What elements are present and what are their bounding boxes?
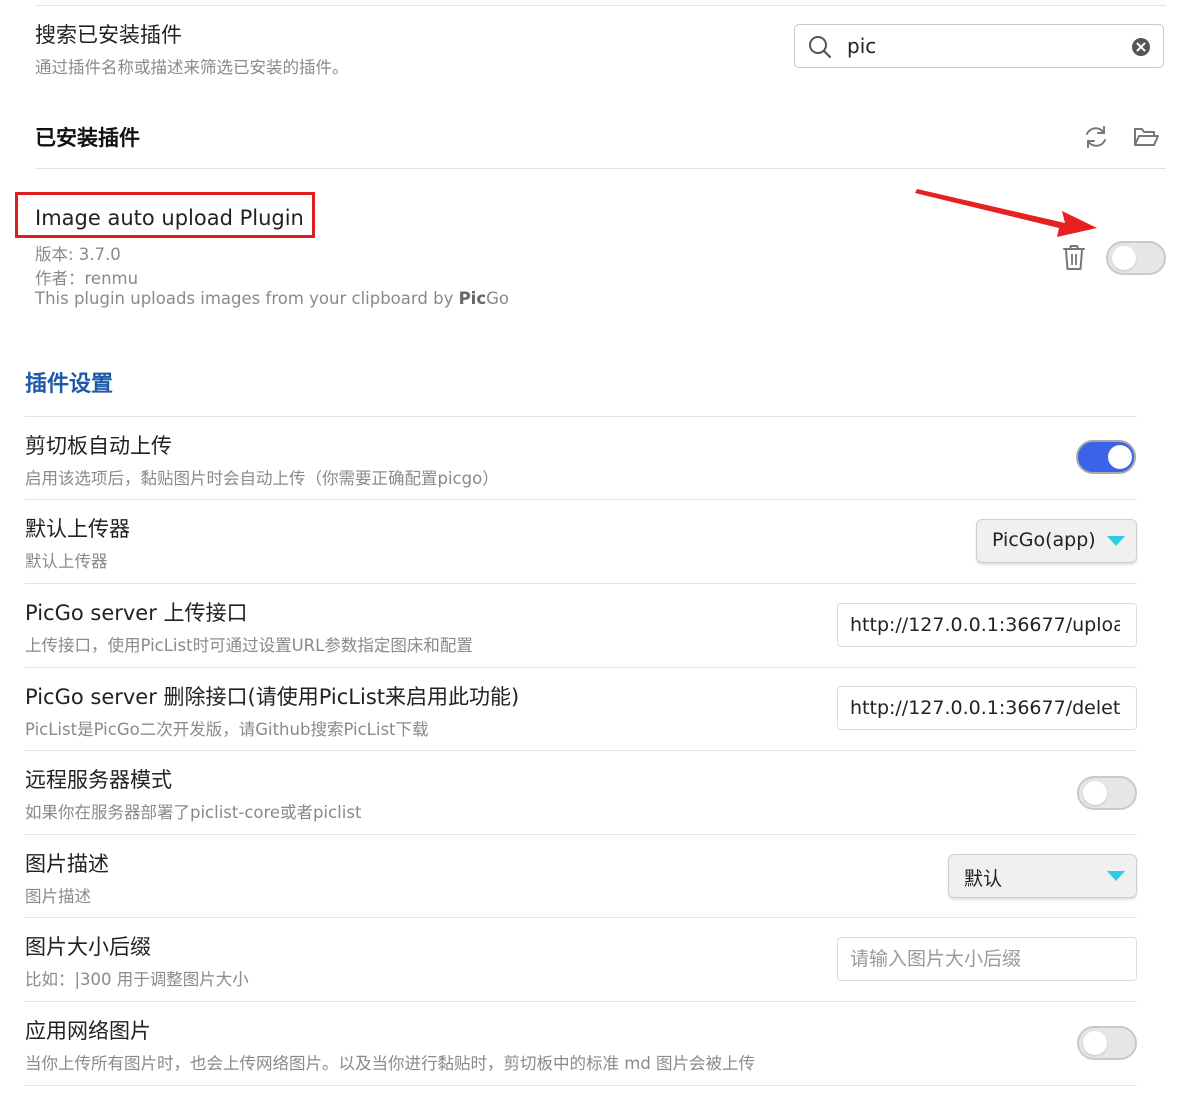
default-uploader-value: PicGo(app) [992,529,1096,551]
installed-divider [35,168,1166,169]
settings-divider-top [25,416,1137,417]
setting-delete-endpoint-desc: PicList是PicGo二次开发版，请Github搜索PicList下载 [25,720,429,739]
top-divider [35,5,1166,6]
setting-network-images-title: 应用网络图片 [25,1019,151,1043]
setting-clipboard-desc: 启用该选项后，黏贴图片时会自动上传（你需要正确配置picgo） [25,469,499,488]
upload-endpoint-field [837,603,1137,647]
search-title: 搜索已安装插件 [35,23,182,47]
settings-divider [25,583,1137,584]
settings-divider [25,834,1137,835]
toggle-knob [1083,781,1107,805]
refresh-icon[interactable] [1082,123,1110,151]
plugin-enable-toggle[interactable] [1106,241,1166,275]
setting-size-suffix-title: 图片大小后缀 [25,935,151,959]
setting-uploader-desc: 默认上传器 [25,552,108,571]
plugin-description: This plugin uploads images from your cli… [35,289,509,308]
settings-divider [25,499,1137,500]
setting-delete-endpoint-title: PicGo server 删除接口(请使用PicList来启用此功能) [25,685,520,709]
toggle-knob [1083,1031,1107,1055]
size-suffix-input[interactable] [850,947,1120,971]
setting-size-suffix-desc: 比如：|300 用于调整图片大小 [25,970,249,989]
plugin-name: Image auto upload Plugin [35,206,304,230]
toggle-knob [1112,246,1136,270]
image-description-value: 默认 [964,868,1003,890]
dropdown-caret-icon [1107,871,1125,881]
delete-endpoint-input[interactable] [850,696,1120,720]
setting-uploader-title: 默认上传器 [25,517,130,541]
setting-image-desc-title: 图片描述 [25,852,109,876]
search-box [794,24,1164,68]
trash-icon[interactable] [1062,244,1086,271]
settings-divider [25,750,1137,751]
dropdown-caret-icon [1107,536,1125,546]
plugin-author: 作者：renmu [35,269,139,288]
installed-title: 已安装插件 [35,126,140,150]
setting-upload-endpoint-desc: 上传接口，使用PicList时可通过设置URL参数指定图床和配置 [25,636,473,655]
delete-endpoint-field [837,686,1137,730]
remote-server-toggle[interactable] [1077,776,1137,810]
plugin-version: 版本: 3.7.0 [35,245,121,264]
plugin-description-suffix: Go [486,289,510,308]
settings-divider [25,667,1137,668]
setting-image-desc-desc: 图片描述 [25,887,91,906]
settings-divider [25,1001,1137,1002]
plugin-description-bold: Pic [458,289,487,308]
folder-open-icon[interactable] [1132,123,1160,151]
annotation-arrow [915,189,1097,237]
setting-network-images-desc: 当你上传所有图片时，也会上传网络图片。以及当你进行黏贴时，剪切板中的标准 md … [25,1054,756,1073]
setting-remote-server-title: 远程服务器模式 [25,768,172,792]
search-icon [807,34,833,60]
clear-search-icon[interactable] [1131,37,1151,57]
toggle-knob [1108,445,1132,469]
search-desc: 通过插件名称或描述来筛选已安装的插件。 [35,58,349,77]
settings-divider-bottom [25,1085,1137,1086]
upload-endpoint-input[interactable] [850,613,1120,637]
settings-divider [25,917,1137,918]
clipboard-auto-upload-toggle[interactable] [1076,440,1136,474]
setting-upload-endpoint-title: PicGo server 上传接口 [25,601,248,625]
setting-remote-server-desc: 如果你在服务器部署了piclist-core或者piclist [25,803,362,822]
settings-section-title: 插件设置 [25,372,114,397]
default-uploader-select[interactable]: PicGo(app) [976,519,1137,563]
size-suffix-field [837,937,1137,981]
plugin-description-text: This plugin uploads images from your cli… [35,289,459,308]
image-description-select[interactable]: 默认 [948,854,1137,898]
setting-clipboard-title: 剪切板自动上传 [25,434,172,458]
search-input[interactable] [847,33,1117,59]
network-images-toggle[interactable] [1077,1026,1137,1060]
